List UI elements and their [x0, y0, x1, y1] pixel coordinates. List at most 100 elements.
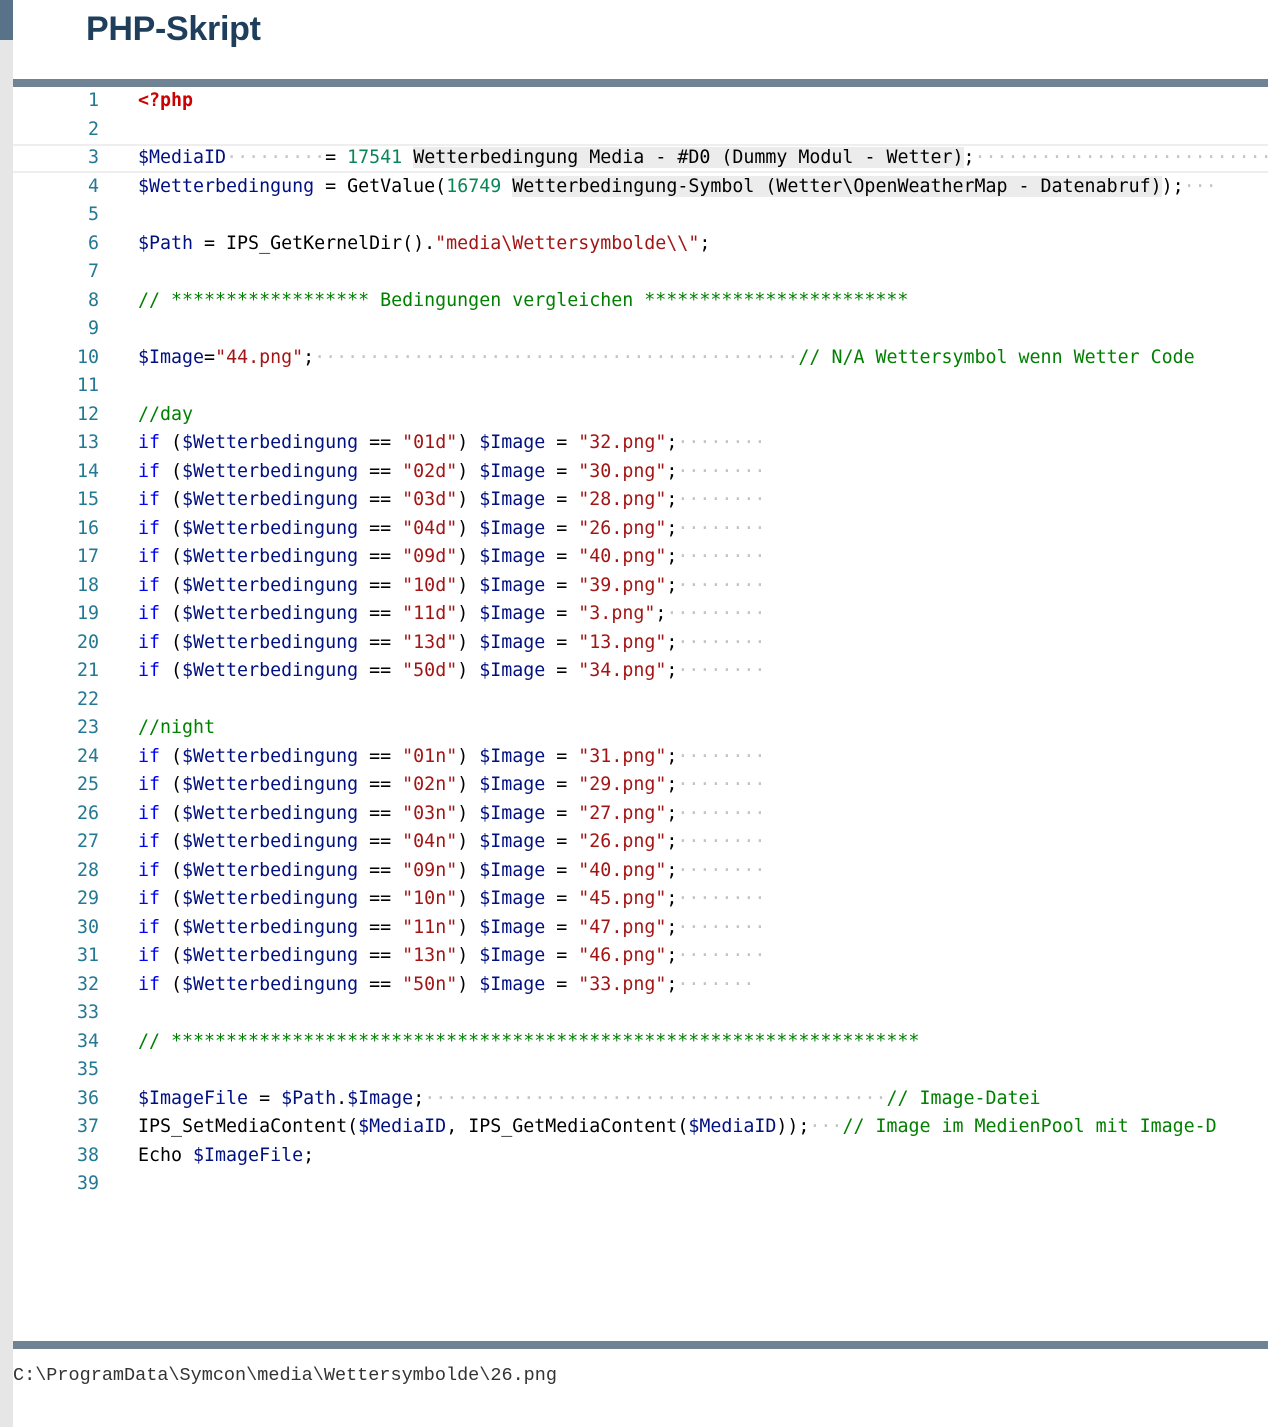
- code-token: "13d": [402, 631, 458, 653]
- code-line[interactable]: 29 if ($Wetterbedingung == "10n") $Image …: [13, 885, 1268, 914]
- whitespace-marker: ···: [809, 1116, 843, 1137]
- code-line[interactable]: 28 if ($Wetterbedingung == "09n") $Image …: [13, 857, 1268, 886]
- code-token: if: [138, 489, 161, 510]
- code-token: $Image: [347, 1087, 414, 1109]
- code-token: ==: [358, 802, 403, 824]
- code-line[interactable]: 21 if ($Wetterbedingung == "50d") $Image …: [13, 657, 1268, 686]
- code-line[interactable]: 20 if ($Wetterbedingung == "13d") $Image …: [13, 629, 1268, 658]
- code-line[interactable]: 17 if ($Wetterbedingung == "09d") $Image …: [13, 543, 1268, 572]
- code-text: Echo $ImageFile;: [138, 1142, 314, 1171]
- code-line[interactable]: 32 if ($Wetterbedingung == "50n") $Image …: [13, 971, 1268, 1000]
- line-number: 8: [87, 289, 99, 311]
- line-number: 3: [87, 147, 99, 168]
- whitespace-marker: ········: [677, 831, 766, 852]
- whitespace-marker: ········: [677, 574, 766, 596]
- code-token: ==: [358, 631, 403, 653]
- code-token: "11n": [402, 916, 458, 938]
- code-token: "40.png": [578, 546, 667, 567]
- code-token: ): [457, 745, 480, 767]
- line-number: 24: [76, 745, 99, 767]
- code-line[interactable]: 33: [13, 999, 1268, 1028]
- code-line[interactable]: 16 if ($Wetterbedingung == "04d") $Image …: [13, 515, 1268, 544]
- code-line[interactable]: 18 if ($Wetterbedingung == "10d") $Image …: [13, 572, 1268, 601]
- line-number: 30: [76, 916, 99, 938]
- whitespace-marker: ········: [677, 916, 766, 938]
- code-line[interactable]: 37 IPS_SetMediaContent($MediaID, IPS_GetM…: [13, 1113, 1268, 1142]
- code-token: $Wetterbedingung: [182, 916, 359, 938]
- code-line[interactable]: 27 if ($Wetterbedingung == "04n") $Image …: [13, 828, 1268, 857]
- code-line[interactable]: 8 // ****************** Bedingungen vergl…: [13, 287, 1268, 316]
- code-token: ==: [358, 888, 403, 909]
- code-token: $Image: [479, 745, 546, 767]
- code-line[interactable]: 10 $Image="44.png";······················…: [13, 344, 1268, 373]
- code-editor[interactable]: 1 <?php 2 3 $MediaID·········= 17541 Wetterb…: [13, 87, 1268, 1341]
- code-line[interactable]: 7: [13, 258, 1268, 287]
- whitespace-marker: ···: [1183, 175, 1217, 197]
- code-token: ;: [666, 574, 678, 596]
- code-line[interactable]: 9: [13, 315, 1268, 344]
- code-token: "media\Wettersymbolde\\": [435, 232, 700, 254]
- code-line[interactable]: 1 <?php: [13, 87, 1268, 116]
- code-token: ==: [358, 574, 403, 596]
- code-token: =: [545, 660, 579, 681]
- code-token: "44.png": [215, 346, 304, 368]
- code-token: if: [138, 631, 161, 653]
- code-token: ): [457, 945, 480, 966]
- code-token: =: [545, 774, 579, 795]
- code-token: ;: [666, 774, 678, 795]
- code-line[interactable]: 31 if ($Wetterbedingung == "13n") $Image …: [13, 942, 1268, 971]
- code-text: if ($Wetterbedingung == "13d") $Image = …: [138, 629, 765, 658]
- code-token: (: [160, 745, 183, 767]
- code-line[interactable]: 34 // ***********************************…: [13, 1028, 1268, 1057]
- code-line[interactable]: 30 if ($Wetterbedingung == "11n") $Image …: [13, 914, 1268, 943]
- code-line[interactable]: 26 if ($Wetterbedingung == "03n") $Image …: [13, 800, 1268, 829]
- code-line[interactable]: 35: [13, 1056, 1268, 1085]
- code-text: $Image="44.png";························…: [138, 344, 1195, 373]
- code-token: (: [160, 517, 183, 539]
- code-line[interactable]: 3 $MediaID·········= 17541 Wetterbedingun…: [13, 144, 1268, 173]
- code-line[interactable]: 4 $Wetterbedingung = GetValue(16749 Wette…: [13, 173, 1268, 202]
- code-line[interactable]: 39: [13, 1170, 1268, 1199]
- code-token: ): [457, 774, 480, 795]
- code-token: if: [138, 774, 161, 795]
- code-token: ==: [358, 489, 403, 510]
- code-token: $MediaID: [138, 147, 227, 168]
- code-token: $Wetterbedingung: [182, 831, 359, 852]
- code-token: if: [138, 945, 161, 966]
- code-line[interactable]: 2: [13, 116, 1268, 145]
- code-token: "45.png": [578, 888, 667, 909]
- code-line[interactable]: 38 Echo $ImageFile;: [13, 1142, 1268, 1171]
- code-line[interactable]: 25 if ($Wetterbedingung == "02n") $Image …: [13, 771, 1268, 800]
- code-token: $Wetterbedingung: [182, 745, 359, 767]
- code-line[interactable]: 11: [13, 372, 1268, 401]
- code-line[interactable]: 19 if ($Wetterbedingung == "11d") $Image …: [13, 600, 1268, 629]
- line-number: 25: [76, 774, 99, 795]
- code-line[interactable]: 24 if ($Wetterbedingung == "01n") $Image …: [13, 743, 1268, 772]
- code-line[interactable]: 6 $Path = IPS_GetKernelDir()."media\Wette…: [13, 230, 1268, 259]
- code-text: if ($Wetterbedingung == "11d") $Image = …: [138, 600, 765, 629]
- code-text: $MediaID·········= 17541 Wetterbedingung…: [138, 146, 1268, 171]
- code-token: ;: [655, 603, 667, 624]
- code-line[interactable]: 14 if ($Wetterbedingung == "02d") $Image …: [13, 458, 1268, 487]
- code-line[interactable]: 22: [13, 686, 1268, 715]
- code-token: ==: [358, 745, 403, 767]
- code-token: "3.png": [578, 603, 656, 624]
- code-line[interactable]: 5: [13, 201, 1268, 230]
- code-token: .: [336, 1087, 348, 1109]
- code-token: $MediaID: [358, 1116, 447, 1137]
- code-text: <?php: [138, 87, 193, 116]
- code-line[interactable]: 23 //night: [13, 714, 1268, 743]
- code-token: $Image: [479, 574, 546, 596]
- code-token: (: [160, 660, 183, 681]
- code-line[interactable]: 12 //day: [13, 401, 1268, 430]
- code-token: =: [545, 432, 579, 453]
- code-line[interactable]: 36 $ImageFile = $Path.$Image;············…: [13, 1085, 1268, 1114]
- code-line[interactable]: 13 if ($Wetterbedingung == "01d") $Image …: [13, 429, 1268, 458]
- code-token: "26.png": [578, 831, 667, 852]
- code-token: ;: [699, 232, 711, 254]
- code-token: ==: [358, 774, 403, 795]
- code-token: =: [545, 888, 579, 909]
- code-token: "27.png": [578, 802, 667, 824]
- code-line[interactable]: 15 if ($Wetterbedingung == "03d") $Image …: [13, 486, 1268, 515]
- code-token: "33.png": [578, 973, 667, 995]
